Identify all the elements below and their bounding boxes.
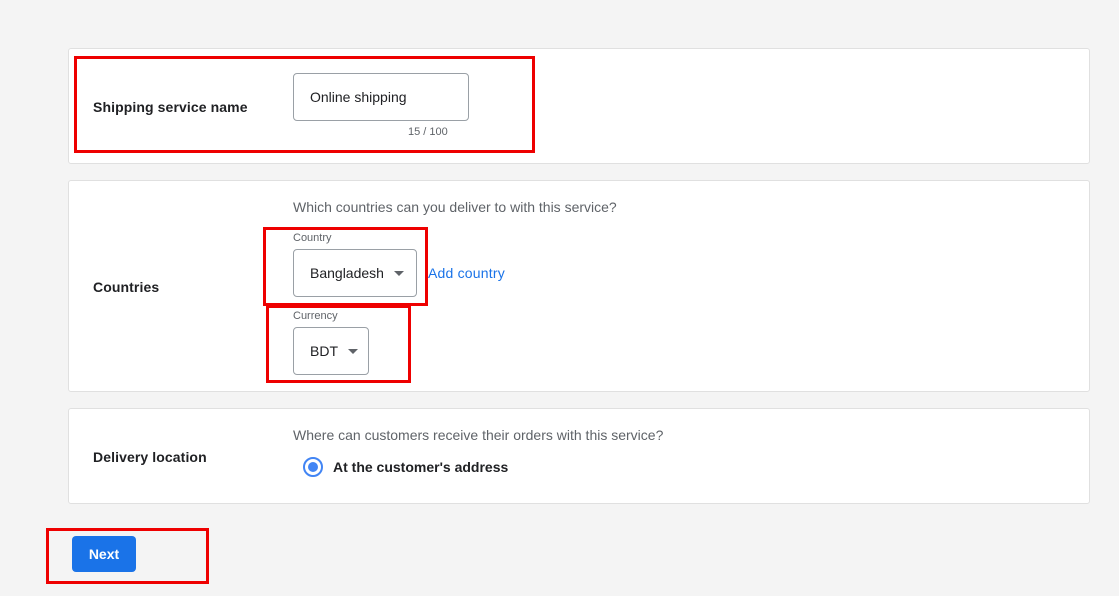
country-select[interactable]: Bangladesh [293, 249, 417, 297]
country-field-label: Country [293, 232, 332, 244]
delivery-question: Where can customers receive their orders… [293, 427, 664, 443]
currency-select-value: BDT [310, 343, 338, 359]
add-country-link[interactable]: Add country [428, 265, 505, 281]
delivery-card: Where can customers receive their orders… [68, 408, 1090, 504]
shipping-name-counter: 15 / 100 [408, 126, 448, 138]
next-button[interactable]: Next [72, 536, 136, 572]
countries-question: Which countries can you deliver to with … [293, 199, 617, 215]
shipping-name-label: Shipping service name [93, 99, 248, 115]
delivery-option-label[interactable]: At the customer's address [333, 459, 508, 475]
currency-field-label: Currency [293, 310, 338, 322]
shipping-name-input[interactable] [293, 73, 469, 121]
chevron-down-icon [393, 270, 404, 276]
currency-select[interactable]: BDT [293, 327, 369, 375]
country-select-value: Bangladesh [310, 265, 384, 281]
delivery-option-radio[interactable] [303, 457, 323, 477]
countries-label: Countries [93, 279, 160, 295]
delivery-label: Delivery location [93, 449, 207, 465]
countries-card: Which countries can you deliver to with … [68, 180, 1090, 392]
radio-selected-dot [308, 462, 318, 472]
shipping-name-card: Shipping service name 15 / 100 [68, 48, 1090, 164]
chevron-down-icon [348, 348, 358, 354]
